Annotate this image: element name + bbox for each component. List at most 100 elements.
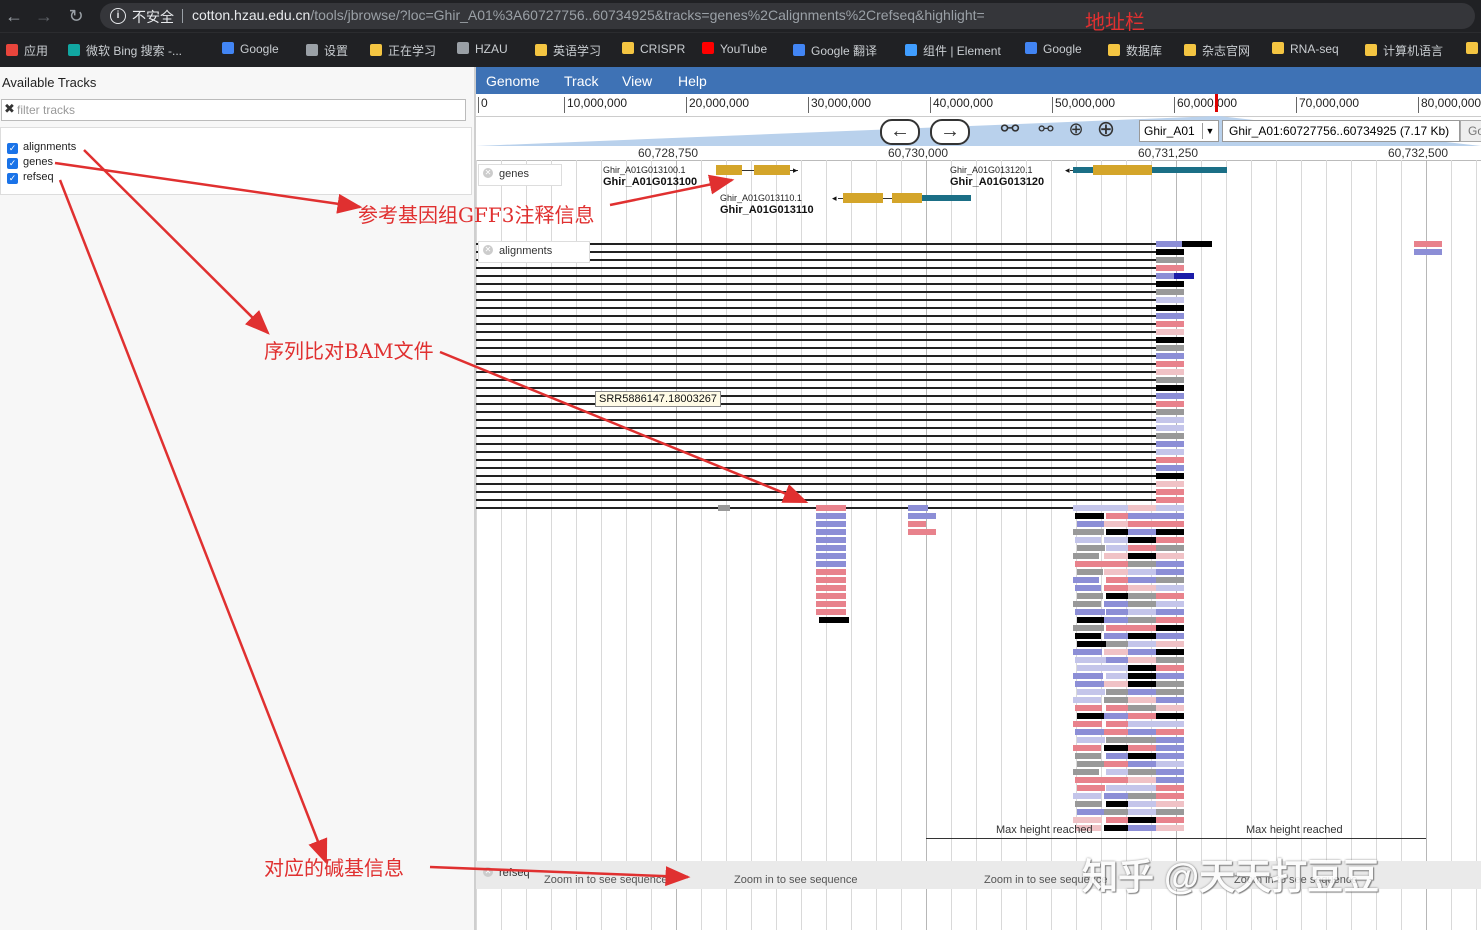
menu-genome[interactable]: Genome bbox=[486, 73, 540, 89]
read[interactable] bbox=[1156, 689, 1184, 695]
read[interactable] bbox=[1156, 241, 1184, 247]
read[interactable] bbox=[1156, 769, 1184, 775]
read[interactable] bbox=[1073, 625, 1104, 631]
read[interactable] bbox=[1156, 489, 1184, 495]
read[interactable] bbox=[1073, 505, 1104, 511]
reload-icon[interactable]: ↻ bbox=[64, 4, 88, 28]
read[interactable] bbox=[816, 609, 846, 615]
read[interactable] bbox=[1156, 545, 1184, 551]
read[interactable] bbox=[816, 593, 846, 599]
zoom-out-small-icon[interactable]: ⚯ bbox=[1034, 117, 1058, 141]
read[interactable] bbox=[1128, 801, 1156, 807]
read[interactable] bbox=[1073, 745, 1101, 751]
folder-icon[interactable] bbox=[1466, 42, 1481, 56]
read[interactable] bbox=[819, 617, 849, 623]
read[interactable] bbox=[1128, 737, 1156, 743]
read[interactable] bbox=[1156, 609, 1184, 615]
read[interactable] bbox=[1156, 297, 1184, 303]
read[interactable] bbox=[1156, 649, 1184, 655]
track-item-alignments[interactable]: ✓ alignments bbox=[7, 141, 76, 154]
close-track-icon[interactable]: ✕ bbox=[483, 245, 493, 255]
read[interactable] bbox=[1156, 369, 1184, 375]
spliced-read-line[interactable] bbox=[476, 379, 1156, 381]
read[interactable] bbox=[1104, 633, 1131, 639]
read[interactable] bbox=[1156, 337, 1184, 343]
read[interactable] bbox=[1104, 537, 1131, 543]
chevron-down-icon[interactable]: ▼ bbox=[1202, 123, 1217, 139]
spliced-read-line[interactable] bbox=[476, 435, 1156, 437]
read[interactable] bbox=[1156, 289, 1184, 295]
read[interactable] bbox=[1104, 585, 1129, 591]
read[interactable] bbox=[1156, 353, 1184, 359]
spliced-read-line[interactable] bbox=[476, 323, 1156, 325]
read[interactable] bbox=[908, 521, 926, 527]
read[interactable] bbox=[1156, 657, 1184, 663]
read[interactable] bbox=[1128, 553, 1156, 559]
read[interactable] bbox=[1128, 785, 1156, 791]
read[interactable] bbox=[1156, 249, 1184, 255]
read[interactable] bbox=[1156, 393, 1184, 399]
read[interactable] bbox=[1156, 761, 1184, 767]
read[interactable] bbox=[1075, 513, 1104, 519]
read[interactable] bbox=[1128, 521, 1156, 527]
read[interactable] bbox=[1156, 681, 1184, 687]
read[interactable] bbox=[1077, 545, 1105, 551]
read[interactable] bbox=[1128, 825, 1156, 831]
read[interactable] bbox=[1128, 585, 1156, 591]
spliced-read-line[interactable] bbox=[476, 267, 1156, 269]
read[interactable] bbox=[1104, 601, 1131, 607]
spliced-read-line[interactable] bbox=[476, 443, 1156, 445]
read[interactable] bbox=[1128, 817, 1156, 823]
bookmark-item[interactable]: Google bbox=[1025, 42, 1082, 56]
read[interactable] bbox=[1128, 745, 1156, 751]
spliced-read-line[interactable] bbox=[476, 451, 1156, 453]
read[interactable] bbox=[816, 601, 846, 607]
read[interactable] bbox=[1128, 809, 1156, 815]
read[interactable] bbox=[1156, 785, 1184, 791]
menu-help[interactable]: Help bbox=[678, 73, 707, 89]
read[interactable] bbox=[1156, 601, 1184, 607]
read[interactable] bbox=[1156, 449, 1184, 455]
read[interactable] bbox=[1156, 441, 1184, 447]
read[interactable] bbox=[1075, 729, 1104, 735]
bookmark-item[interactable]: Google 翻译 bbox=[793, 42, 877, 59]
read[interactable] bbox=[1077, 569, 1103, 575]
read[interactable] bbox=[1128, 529, 1156, 535]
spliced-read-line[interactable] bbox=[476, 403, 1156, 405]
read[interactable] bbox=[1106, 625, 1130, 631]
read[interactable] bbox=[1128, 545, 1156, 551]
read[interactable] bbox=[1106, 673, 1130, 679]
read[interactable] bbox=[1156, 465, 1184, 471]
read[interactable] bbox=[1156, 433, 1184, 439]
read[interactable] bbox=[1075, 609, 1105, 615]
read[interactable] bbox=[816, 505, 846, 511]
read[interactable] bbox=[1128, 617, 1156, 623]
read[interactable] bbox=[1414, 241, 1442, 247]
read[interactable] bbox=[1156, 737, 1184, 743]
chromosome-overview[interactable]: 0 10,000,000 20,000,000 30,000,000 40,00… bbox=[476, 94, 1481, 117]
close-track-icon[interactable]: ✕ bbox=[483, 168, 493, 178]
read[interactable] bbox=[1156, 409, 1184, 415]
read[interactable] bbox=[1077, 689, 1105, 695]
spliced-read-line[interactable] bbox=[476, 467, 1156, 469]
read[interactable] bbox=[1156, 265, 1184, 271]
checkbox-checked-icon[interactable]: ✓ bbox=[7, 158, 18, 169]
read[interactable] bbox=[1104, 617, 1130, 623]
address-bar[interactable]: i 不安全 cotton.hzau.edu.cn/tools/jbrowse/?… bbox=[100, 3, 1475, 29]
read[interactable] bbox=[1075, 777, 1104, 783]
read[interactable] bbox=[1156, 745, 1184, 751]
spliced-read-line[interactable] bbox=[476, 347, 1156, 349]
read[interactable] bbox=[1156, 481, 1184, 487]
spliced-read-line[interactable] bbox=[476, 483, 1156, 485]
bookmark-item[interactable]: 微软 Bing 搜索 -... bbox=[68, 42, 182, 59]
read[interactable] bbox=[816, 521, 846, 527]
read[interactable] bbox=[1156, 377, 1184, 383]
read[interactable] bbox=[1128, 721, 1156, 727]
read[interactable] bbox=[1156, 641, 1184, 647]
exon[interactable] bbox=[754, 165, 790, 175]
spliced-read-line[interactable] bbox=[476, 363, 1156, 365]
read[interactable] bbox=[1128, 697, 1156, 703]
spliced-read-line[interactable] bbox=[476, 387, 1156, 389]
bookmark-item[interactable]: RNA-seq bbox=[1272, 42, 1339, 56]
menu-view[interactable]: View bbox=[622, 73, 652, 89]
